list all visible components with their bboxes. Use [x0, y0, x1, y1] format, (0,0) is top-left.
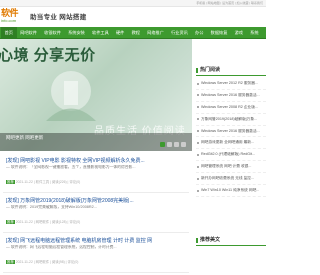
sidebar-hot-item[interactable]: Windows Server 2012 R2 服务器... [196, 78, 266, 90]
site-slogan: 助当专业 网站搭建 [30, 14, 87, 21]
post-item: [发现] 网飞远程电脑远程管理系统 电脑机房管理 计时 计费 监控 网 — 软件说… [0, 235, 192, 275]
sidebar-hot-item[interactable]: Windows Server 2016 服务器激活... [196, 90, 266, 102]
nav-item[interactable]: 首页 [1, 27, 17, 38]
post-badge: 推荐 [6, 260, 15, 264]
post-badge: 推荐 [6, 220, 15, 224]
sidebar-hot-item[interactable]: 万象网管2019(2018)破解版|万象... [196, 114, 266, 126]
banner-illustration [46, 71, 96, 121]
main-nav-list: 首页 网吧软件 收银软件 系统安装 软件工具 硬件 教程 网络推广 行业资讯 办公 数据恢复 游戏 系统… [0, 27, 274, 38]
post-meta-text: 2021-11-22 | 网吧软件 | 阅读(128) | 评论(0) [15, 220, 81, 224]
logo-domain: info.com [1, 18, 17, 23]
post-title[interactable]: [发现] 网飞远程电脑远程管理系统 电脑机房管理 计时 计费 监控 网 [6, 237, 190, 244]
post-meta-text: 2021-11-22 | 软件工具 | 阅读(226) | 评论(0) [15, 180, 81, 184]
post-excerpt: — 软件说明：2019完美破解版，支持Win10/2008R2... [6, 205, 97, 209]
sidebar-hot-item[interactable]: Win7 Win10 Win11 纯净系统 网吧... [196, 185, 266, 197]
sidebar-hot-list: Windows Server 2012 R2 服务器... Windows Ser… [196, 78, 266, 197]
post-title[interactable]: [发现] 万象网管2019(2018)破解版|万象网管2008完美版|... [6, 197, 190, 204]
banner-pagination [160, 142, 186, 147]
post-meta: 推荐 2021-11-22 | 网吧软件 | 阅读(98) | 评论(0) [6, 259, 78, 264]
sidebar-hot-item[interactable]: RedGit2.0 (代理破解版) RedGit... [196, 149, 266, 162]
post-meta: 推荐 2021-11-22 | 软件工具 | 阅读(226) | 评论(0) [6, 179, 80, 184]
post-excerpt: — 软件说明：网飞远程电脑远程管理系统，远程控制，计时计费... [6, 245, 117, 249]
logo-text: 软件 [1, 8, 19, 18]
banner-caption[interactable]: 网吧更新 网吧更新 [6, 135, 43, 141]
main-nav: 首页 网吧软件 收银软件 系统安装 软件工具 硬件 教程 网络推广 行业资讯 办公 数据恢复 游戏 系统… [0, 27, 274, 39]
post-badge: 推荐 [6, 180, 15, 184]
post-excerpt: — 软件说明：「全网影视一键播放看，五个，直播影视电影为一体的综合影... [6, 165, 136, 169]
sidebar-recommend: 推荐美文 [196, 236, 266, 246]
sidebar-hot-title: 热门阅读 [196, 66, 266, 76]
banner-dot[interactable] [167, 142, 172, 147]
banner-dot[interactable] [181, 142, 186, 147]
sidebar-hot-item[interactable]: Windows Server 2016 服务器激活... [196, 126, 266, 138]
post-divider [3, 192, 189, 193]
sidebar-recommend-title: 推荐美文 [196, 236, 266, 246]
nav-item[interactable]: 软件工具 [88, 27, 112, 38]
nav-item[interactable]: 数据恢复 [207, 27, 231, 38]
nav-item[interactable]: 网吧软件 [17, 27, 41, 38]
post-item: [发现] 网吧影视 VIP电影 影视特权 全网VIP视频解析永久免费... — 软… [0, 155, 192, 195]
nav-item[interactable]: 教程 [128, 27, 144, 38]
sidebar-hot-item[interactable]: 网吧游戏更新 全网吧通用 最新... [196, 137, 266, 150]
nav-item[interactable]: 硬件 [112, 27, 128, 38]
site-logo[interactable]: 软件 info.com [1, 8, 25, 24]
post-meta-text: 2021-11-22 | 网吧软件 | 阅读(98) | 评论(0) [15, 260, 79, 264]
nav-item[interactable]: 网络推广 [144, 27, 168, 38]
nav-item[interactable]: 系统安装 [64, 27, 88, 38]
post-meta: 推荐 2021-11-22 | 网吧软件 | 阅读(128) | 评论(0) [6, 219, 80, 224]
post-divider [3, 272, 189, 273]
nav-item[interactable]: 办公 [191, 27, 207, 38]
sidebar-hot-item[interactable]: 新开办网吧收费系统 无线 监控... [196, 173, 266, 186]
nav-item[interactable]: 其他 [262, 27, 278, 38]
banner-slider[interactable]: 心境 分享无价 品质生活 价值阅读 网吧更新 网吧更新 [0, 39, 192, 151]
sidebar-hot-item[interactable]: Windows Server 2008 R2 企业版... [196, 102, 266, 114]
nav-item[interactable]: 系统 [247, 27, 263, 38]
top-utility-bar: 手机版 | 网站地图 | 设为首页 | 加入收藏 | 联系我们 [0, 0, 266, 7]
nav-item[interactable]: 游戏 [231, 27, 247, 38]
post-list: [发现] 网吧影视 VIP电影 影视特权 全网VIP视频解析永久免费... — 软… [0, 155, 192, 275]
banner-dot[interactable] [160, 142, 165, 147]
nav-item[interactable]: 行业资讯 [168, 27, 192, 38]
sidebar-hot: 热门阅读 Windows Server 2012 R2 服务器... Window… [196, 66, 266, 197]
post-divider [3, 232, 189, 233]
post-item: [发现] 万象网管2019(2018)破解版|万象网管2008完美版|... — … [0, 195, 192, 235]
nav-item[interactable]: 收银软件 [41, 27, 65, 38]
main-content: 心境 分享无价 品质生活 价值阅读 网吧更新 网吧更新 [发现] 网吧影视 VI… [0, 39, 192, 274]
post-title[interactable]: [发现] 网吧影视 VIP电影 影视特权 全网VIP视频解析永久免费... [6, 157, 190, 164]
sidebar-hot-item[interactable]: 网吧管理系统 网吧 计费 收银... [196, 161, 266, 174]
top-utility-links[interactable]: 手机版 | 网站地图 | 设为首页 | 加入收藏 | 联系我们 [196, 0, 263, 6]
banner-dot[interactable] [174, 142, 179, 147]
